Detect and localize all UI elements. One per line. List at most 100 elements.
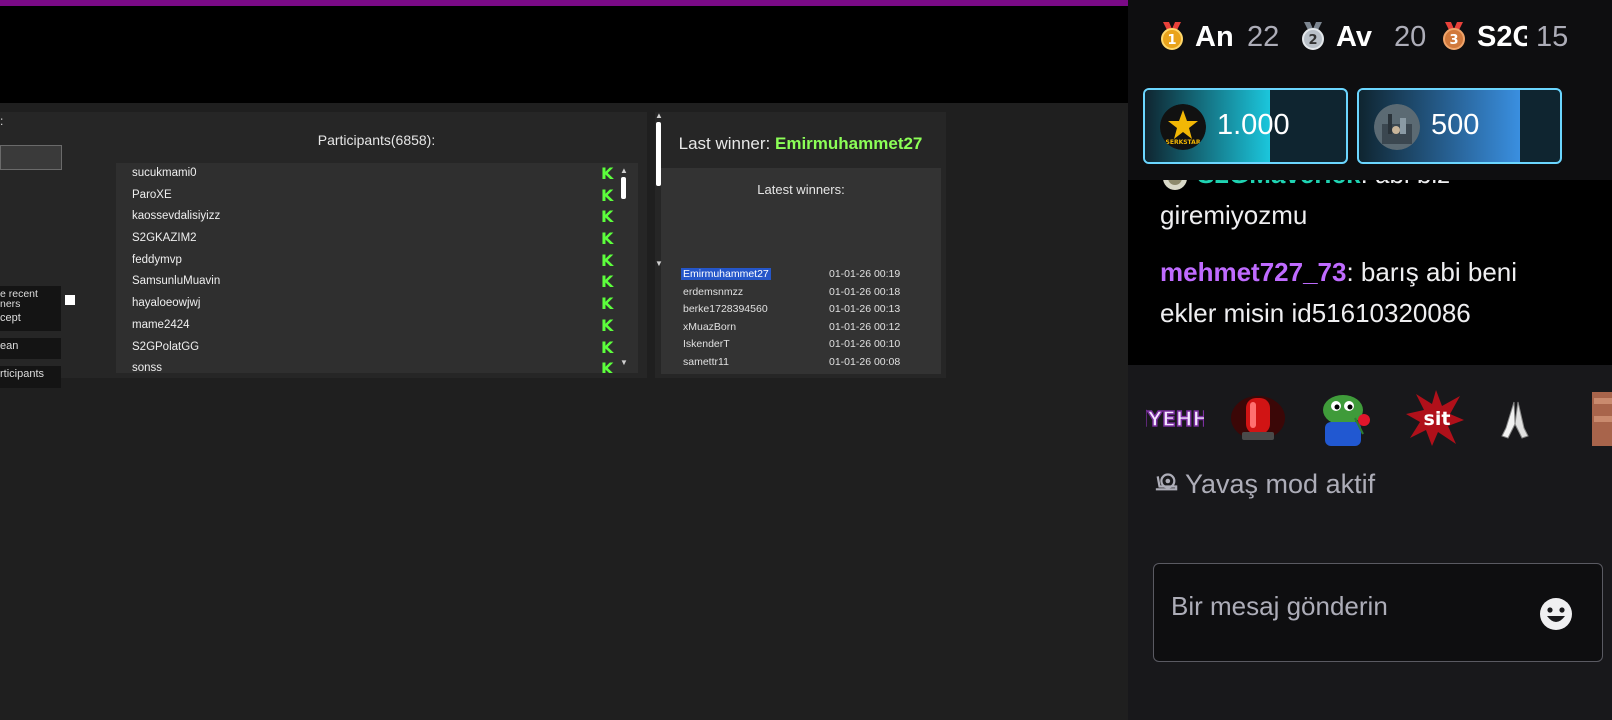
- kick-logo-icon: K: [601, 229, 614, 249]
- gift-tile[interactable]: SERKSTAR 1.000: [1143, 88, 1348, 164]
- emote-bar: iYEHH sit Yavaş mod aktif: [1128, 365, 1612, 515]
- participant-row[interactable]: SamsunluMuavin K: [116, 271, 638, 293]
- stream-page: : 2 i cept ean rticipants e recent ners …: [0, 0, 1612, 720]
- clean-button[interactable]: ean: [0, 338, 61, 359]
- winner-row[interactable]: Emirmuhammet27 01-01-26 00:19: [661, 266, 941, 284]
- participant-name: ParoXE: [132, 188, 172, 201]
- chat-separator: :: [1346, 257, 1361, 287]
- silver-medal-icon: 2: [1302, 22, 1324, 50]
- chat-messages: S2GMaverick: abi biz giremiyozmu mehmet7…: [1128, 180, 1612, 365]
- leaderboard-name: Av: [1336, 21, 1372, 53]
- winner-name: Emirmuhammet27: [681, 268, 771, 280]
- options-checkbox[interactable]: [65, 295, 75, 305]
- winner-time: 01-01-26 00:18: [829, 285, 901, 298]
- gift-amount: 1.000: [1217, 109, 1290, 141]
- participants-scrollbar[interactable]: ▲ ▼: [620, 167, 628, 371]
- participant-name: mame2424: [132, 318, 190, 331]
- svg-text:2: 2: [1308, 33, 1317, 48]
- recent-winners-button[interactable]: e recent ners: [0, 286, 61, 310]
- winner-row[interactable]: berke172839456001-01-26 00:13: [661, 372, 941, 375]
- latest-winners-title: Latest winners:: [757, 182, 845, 197]
- options-input-box[interactable]: [0, 145, 62, 170]
- gift-tile[interactable]: 500: [1357, 88, 1562, 164]
- slow-mode-text: Yavaş mod aktif: [1185, 469, 1376, 499]
- kick-logo-icon: K: [601, 359, 614, 373]
- user-badge-icon: [1160, 180, 1190, 191]
- winner-time: 01-01-26 00:13: [829, 303, 901, 316]
- participant-row[interactable]: hayaloeowjwj K: [116, 293, 638, 315]
- winner-row[interactable]: xMuazBorn 01-01-26 00:12: [661, 319, 941, 337]
- chat-username[interactable]: mehmet727_73: [1160, 257, 1346, 287]
- participants-button[interactable]: rticipants: [0, 366, 61, 388]
- latest-winners-box: Latest winners: Emirmuhammet27 01-01-26 0…: [661, 168, 941, 374]
- participant-row[interactable]: feddymvp K: [116, 250, 638, 272]
- chat-input-box[interactable]: [1153, 563, 1603, 662]
- winner-name: erdemsnmzz: [683, 285, 744, 298]
- emote-sit-label: sit: [1424, 408, 1451, 430]
- participant-row[interactable]: mame2424 K: [116, 315, 638, 337]
- winner-time: 01-01-26 00:19: [829, 268, 901, 280]
- avatar: [1374, 104, 1420, 150]
- video-player[interactable]: : 2 i cept ean rticipants e recent ners …: [0, 0, 1128, 720]
- participant-name: hayaloeowjwj: [132, 297, 201, 310]
- winner-name: samettr11: [683, 356, 729, 368]
- winner-row[interactable]: samettr11 01-01-26 00:08: [661, 354, 941, 372]
- winner-name: IskenderT: [683, 338, 730, 351]
- scroll-thumb[interactable]: [656, 122, 661, 186]
- emote-pepe-rose[interactable]: [1315, 388, 1375, 448]
- winner-row[interactable]: IskenderT 01-01-26 00:10: [661, 336, 941, 354]
- leaderboard-name: S2G: [1477, 21, 1527, 53]
- kick-logo-icon: K: [601, 185, 614, 205]
- svg-text:3: 3: [1449, 33, 1458, 48]
- emoji-icon[interactable]: [1538, 596, 1574, 632]
- emote-siren[interactable]: [1228, 388, 1288, 448]
- winner-row[interactable]: erdemsnmzz 01-01-26 00:18: [661, 284, 941, 302]
- participants-panel: Participants(6858): sucukmami0 K ParoXE Kka…: [106, 112, 647, 378]
- emote-partial[interactable]: [1592, 388, 1612, 448]
- winner-time: 01-01-26 00:08: [829, 356, 901, 368]
- last-winner: Last winner: Emirmuhammet27: [655, 134, 946, 154]
- chat-username[interactable]: S2GMaverick: [1197, 180, 1360, 189]
- participant-row[interactable]: kaossevdalisiyizz K: [116, 206, 638, 228]
- chat-message: mehmet727_73: barış abi beni ekler misin…: [1160, 252, 1580, 334]
- svg-text:1: 1: [1167, 33, 1176, 48]
- scroll-down-icon[interactable]: ▼: [620, 359, 628, 367]
- winner-name: xMuazBorn: [683, 320, 737, 333]
- leaderboard-name: An: [1195, 21, 1234, 53]
- participant-name: S2GKAZIM2: [132, 232, 197, 245]
- last-winner-label: Last winner:: [678, 134, 775, 153]
- kick-logo-icon: K: [601, 272, 614, 292]
- leaderboard-score: 15: [1536, 21, 1569, 53]
- participant-row[interactable]: ParoXE K: [116, 185, 638, 207]
- chat-input[interactable]: [1171, 586, 1511, 626]
- participants-list[interactable]: sucukmami0 K ParoXE Kkaossevdalisiyizz K S2GK…: [116, 163, 638, 373]
- participant-row[interactable]: S2GPolatGG K: [116, 337, 638, 359]
- participant-name: SamsunluMuavin: [132, 275, 221, 288]
- emote-praying-hands[interactable]: [1488, 388, 1542, 448]
- gold-medal-icon: 1: [1161, 22, 1183, 50]
- winner-row[interactable]: berke1728394560 01-01-26 00:13: [661, 301, 941, 319]
- scroll-down-icon[interactable]: ▼: [655, 260, 663, 268]
- last-winner-name: Emirmuhammet27: [775, 134, 923, 153]
- kick-logo-icon: K: [601, 294, 614, 314]
- leaderboard: 1 An 22 2 Av 20 3 S2G 15: [1128, 0, 1612, 80]
- participant-row[interactable]: sucukmami0 K: [116, 163, 638, 185]
- winner-time: 01-01-26 00:12: [829, 320, 901, 333]
- scroll-up-icon[interactable]: ▲: [620, 167, 628, 175]
- accept-button[interactable]: cept: [0, 310, 61, 331]
- gift-amount: 500: [1431, 109, 1480, 141]
- emote-sit[interactable]: sit: [1406, 388, 1466, 448]
- scroll-up-icon[interactable]: ▲: [655, 112, 663, 120]
- slow-mode-notice: Yavaş mod aktif: [1153, 469, 1375, 500]
- winner-name: berke1728394560: [683, 303, 768, 316]
- leaderboard-score: 22: [1247, 21, 1280, 53]
- participant-row[interactable]: sonss K: [116, 358, 638, 373]
- giveaway-options-panel: : 2 i cept ean rticipants: [0, 112, 106, 388]
- kick-logo-icon: K: [601, 164, 614, 183]
- bronze-medal-icon: 3: [1443, 22, 1465, 50]
- participant-row[interactable]: S2GKAZIM2 K: [116, 228, 638, 250]
- video-black-band: [0, 6, 1128, 103]
- emote-iyehh[interactable]: iYEHH: [1140, 388, 1210, 448]
- scroll-thumb[interactable]: [621, 177, 626, 199]
- chat-input-area: [1128, 515, 1612, 720]
